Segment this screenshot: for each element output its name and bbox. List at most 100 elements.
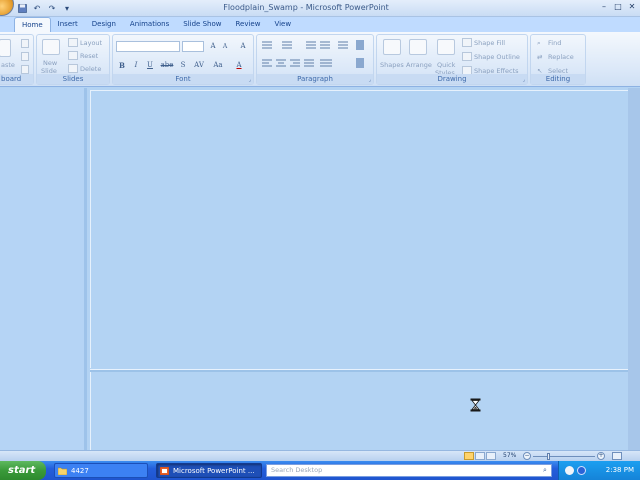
slides-group: New Slide Layout Reset Delete Slides [36,34,110,85]
network-icon[interactable] [565,466,574,475]
zoom-slider-thumb[interactable] [547,453,550,460]
zoom-slider-track[interactable] [533,456,595,457]
format-painter-icon[interactable] [21,65,29,74]
underline-button[interactable]: U [144,60,156,71]
font-group: A A A B I U abe S AV Aa A Font ⌟ [112,34,254,85]
character-spacing-button[interactable]: AV [191,60,207,71]
status-bar: 57% − + [0,450,640,461]
slide-show-view-button[interactable] [486,452,496,460]
font-dialog-launcher-icon[interactable]: ⌟ [249,77,251,83]
taskbar: start 4427 Microsoft PowerPoint ... Sear… [0,461,640,480]
arrange-icon[interactable] [409,39,427,55]
tab-view[interactable]: View [267,17,298,32]
font-name-combo[interactable] [116,41,180,52]
tab-insert[interactable]: Insert [51,17,85,32]
grow-font-button[interactable]: A [207,41,219,52]
change-case-button[interactable]: Aa [211,60,225,71]
paragraph-group: Paragraph ⌟ [256,34,374,85]
paragraph-dialog-launcher-icon[interactable]: ⌟ [369,77,371,83]
delete-icon[interactable] [68,64,78,73]
taskbar-item-folder[interactable]: 4427 [54,463,148,478]
italic-button[interactable]: I [130,60,142,71]
shapes-icon[interactable] [383,39,401,55]
find-icon[interactable]: ⌕ [537,39,541,48]
maximize-button[interactable]: □ [612,2,624,13]
shape-outline-icon[interactable] [462,52,472,61]
font-color-button[interactable]: A [233,60,245,71]
shape-outline-button[interactable]: Shape Outline [474,53,520,61]
new-slide-label[interactable]: New [43,59,57,67]
shapes-button[interactable]: Shapes [380,61,404,69]
replace-button[interactable]: Replace [548,53,574,61]
layout-icon[interactable] [68,38,78,47]
minimize-button[interactable]: – [598,2,610,13]
zoom-out-button[interactable]: − [523,452,531,460]
tab-review[interactable]: Review [228,17,267,32]
slide-editing-area[interactable] [90,90,628,368]
normal-view-button[interactable] [464,452,474,460]
clipboard-group: aste board [0,34,34,85]
shape-fill-icon[interactable] [462,38,472,47]
editing-group: ⌕ Find ⇄ Replace ↖ Select Editing [530,34,586,85]
zoom-in-button[interactable]: + [597,452,605,460]
drawing-dialog-launcher-icon[interactable]: ⌟ [523,77,525,83]
drawing-group: Shapes Arrange Quick Styles Shape Fill S… [376,34,528,85]
new-slide-icon[interactable] [42,39,60,55]
paragraph-label: Paragraph [257,74,373,84]
hourglass-cursor-icon [470,398,481,412]
slides-label: Slides [37,74,109,84]
close-button[interactable]: ✕ [626,2,638,13]
ribbon: aste board New Slide Layout Reset Delete… [0,32,640,87]
cut-icon[interactable] [21,39,29,48]
ribbon-tabs: Home Insert Design Animations Slide Show… [0,17,640,32]
delete-button[interactable]: Delete [80,65,101,73]
bold-button[interactable]: B [116,60,128,71]
font-size-combo[interactable] [182,41,204,52]
taskbar-item-label: 4427 [71,467,89,475]
reset-button[interactable]: Reset [80,52,98,60]
search-icon[interactable]: ⌕ [540,466,550,475]
slides-pane[interactable] [0,88,87,450]
taskbar-item-label: Microsoft PowerPoint ... [173,467,255,475]
vertical-scrollbar[interactable] [628,88,640,450]
taskbar-item-powerpoint[interactable]: Microsoft PowerPoint ... [156,463,262,478]
paragraph-buttons-icon[interactable] [260,40,372,76]
tab-design[interactable]: Design [85,17,123,32]
clipboard-label: board [0,74,33,84]
font-label: Font [113,74,253,84]
text-shadow-button[interactable]: S [177,60,189,71]
editing-label: Editing [531,74,585,84]
tab-slide-show[interactable]: Slide Show [176,17,228,32]
strikethrough-button[interactable]: abe [159,60,175,71]
notes-pane[interactable] [90,372,628,450]
tab-home[interactable]: Home [14,17,51,32]
desktop-search-input[interactable]: Search Desktop ⌕ [266,464,552,477]
shrink-font-button[interactable]: A [219,41,231,52]
paste-icon[interactable] [0,39,11,57]
title-bar: ↶ ↷ ▾ Floodplain_Swamp - Microsoft Power… [0,0,640,17]
quick-styles-button[interactable]: Quick [437,61,455,69]
arrange-button[interactable]: Arrange [406,61,432,69]
fit-to-window-button[interactable] [612,452,622,460]
paste-label[interactable]: aste [1,61,15,69]
clear-formatting-button[interactable]: A [237,41,249,52]
replace-icon[interactable]: ⇄ [537,53,542,61]
find-button[interactable]: Find [548,39,561,47]
copy-icon[interactable] [21,52,29,61]
zoom-level[interactable]: 57% [503,452,516,459]
view-buttons [464,452,496,460]
search-placeholder: Search Desktop [271,466,323,474]
reset-icon[interactable] [68,51,78,60]
messenger-icon[interactable] [577,466,586,475]
start-button[interactable]: start [0,461,46,480]
drawing-label: Drawing [377,74,527,84]
folder-icon [58,467,67,475]
powerpoint-icon [160,467,169,475]
shape-fill-button[interactable]: Shape Fill [474,39,505,47]
slide-sorter-view-button[interactable] [475,452,485,460]
quick-styles-icon[interactable] [437,39,455,55]
tab-animations[interactable]: Animations [123,17,176,32]
window-controls: – □ ✕ [598,2,638,13]
workspace [0,88,628,450]
layout-button[interactable]: Layout [80,39,102,47]
